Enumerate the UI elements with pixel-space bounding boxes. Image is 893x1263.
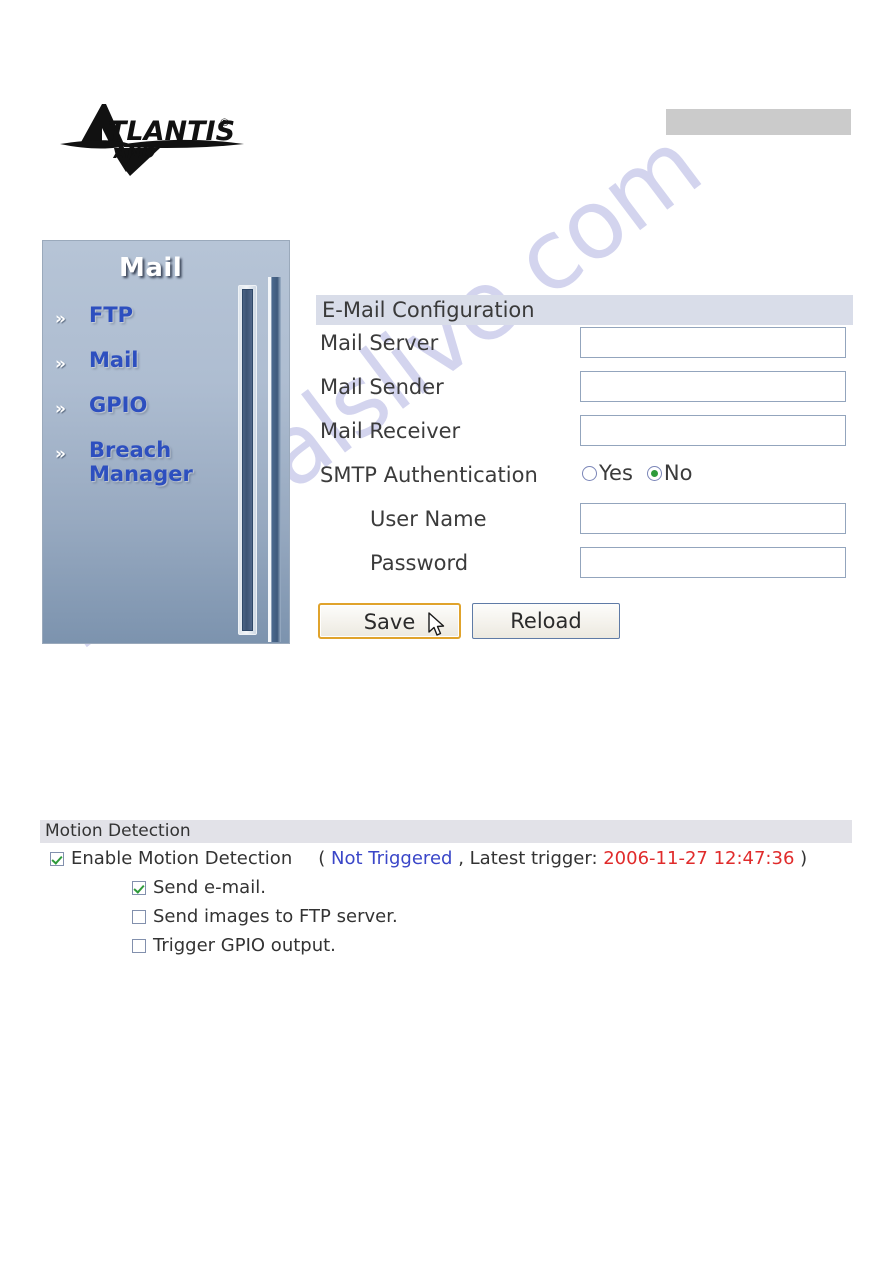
trigger-gpio-row: Trigger GPIO output. <box>40 930 852 959</box>
sidebar-item-label: Mail <box>89 348 139 372</box>
save-button[interactable]: Save <box>318 603 461 639</box>
password-label: Password <box>370 551 469 575</box>
section-header-motion-detection: Motion Detection <box>40 820 852 843</box>
send-email-label: Send e-mail. <box>153 877 266 898</box>
email-configuration-form: E-Mail Configuration Mail Server Mail Se… <box>316 295 853 643</box>
sidebar-item-mail[interactable]: » Mail <box>43 348 258 393</box>
sidebar-item-gpio[interactable]: » GPIO <box>43 393 258 438</box>
sidebar-item-label: Breach Manager <box>89 438 193 486</box>
field-row-mail-receiver: Mail Receiver <box>316 413 853 457</box>
sidebar-item-label: GPIO <box>89 393 148 417</box>
status-timestamp: 2006-11-27 12:47:36 <box>603 848 795 869</box>
sidebar-scrollbar-thumb[interactable] <box>242 289 253 631</box>
smtp-authentication-radio-group: Yes No <box>582 461 692 485</box>
field-row-password: Password <box>316 545 853 589</box>
mail-receiver-label: Mail Receiver <box>320 419 461 443</box>
user-name-input[interactable] <box>580 503 846 534</box>
status-open-paren: ( <box>318 848 326 869</box>
status-separator: , Latest trigger: <box>458 848 604 869</box>
section-header-email-configuration: E-Mail Configuration <box>316 295 853 325</box>
mail-sender-input[interactable] <box>580 371 846 402</box>
sidebar-title: Mail <box>119 253 183 283</box>
status-state: Not Triggered <box>331 848 453 869</box>
password-input[interactable] <box>580 547 846 578</box>
enable-motion-detection-row: Enable Motion Detection ( Not Triggered … <box>40 843 852 872</box>
sidebar-nav: » FTP » Mail » GPIO » Breach Manager <box>43 303 258 486</box>
field-row-smtp-authentication: SMTP Authentication Yes No <box>316 457 853 501</box>
svg-text:®: ® <box>219 116 230 129</box>
radio-checked-icon <box>646 465 662 481</box>
smtp-radio-no-label: No <box>663 461 693 485</box>
user-name-label: User Name <box>370 507 487 531</box>
chevron-double-right-icon: » <box>55 309 66 329</box>
field-row-mail-sender: Mail Sender <box>316 369 853 413</box>
chevron-double-right-icon: » <box>55 444 66 464</box>
trigger-gpio-checkbox[interactable] <box>132 938 146 953</box>
field-row-user-name: User Name <box>316 501 853 545</box>
motion-detection-status: ( Not Triggered , Latest trigger: 2006-1… <box>318 848 807 869</box>
status-close-paren: ) <box>800 848 808 869</box>
smtp-radio-yes-label: Yes <box>599 461 633 485</box>
enable-motion-detection-label: Enable Motion Detection <box>71 848 293 869</box>
motion-detection-section: Motion Detection Enable Motion Detection… <box>40 820 852 959</box>
sidebar-scrollbar[interactable] <box>238 285 257 635</box>
atlantis-land-logo: TLANTIS ® AND <box>58 98 248 184</box>
radio-unchecked-icon <box>582 465 597 481</box>
sidebar-item-label: FTP <box>89 303 134 327</box>
mail-server-label: Mail Server <box>320 331 439 355</box>
mail-server-input[interactable] <box>580 327 846 358</box>
enable-motion-detection-checkbox[interactable] <box>50 851 64 866</box>
chevron-double-right-icon: » <box>55 354 66 374</box>
sidebar-item-ftp[interactable]: » FTP <box>43 303 258 348</box>
sidebar-edge-divider <box>268 277 281 642</box>
chevron-double-right-icon: » <box>55 399 66 419</box>
trigger-gpio-label: Trigger GPIO output. <box>153 935 336 956</box>
field-row-mail-server: Mail Server <box>316 325 853 369</box>
sidebar-item-breach-manager[interactable]: » Breach Manager <box>43 438 258 486</box>
smtp-radio-yes[interactable]: Yes <box>582 461 633 485</box>
send-images-ftp-row: Send images to FTP server. <box>40 901 852 930</box>
send-images-ftp-label: Send images to FTP server. <box>153 906 398 927</box>
send-images-ftp-checkbox[interactable] <box>132 909 146 924</box>
reload-button[interactable]: Reload <box>472 603 620 639</box>
send-email-row: Send e-mail. <box>40 872 852 901</box>
mail-receiver-input[interactable] <box>580 415 846 446</box>
svg-text:AND: AND <box>112 143 156 163</box>
top-right-banner <box>666 109 851 135</box>
send-email-checkbox[interactable] <box>132 880 146 895</box>
smtp-radio-no[interactable]: No <box>646 461 693 485</box>
form-actions: Save Reload <box>316 603 853 643</box>
mail-sender-label: Mail Sender <box>320 375 444 399</box>
smtp-authentication-label: SMTP Authentication <box>320 463 538 487</box>
sidebar-panel: Mail » FTP » Mail » GPIO » Breach Manage… <box>42 240 290 644</box>
